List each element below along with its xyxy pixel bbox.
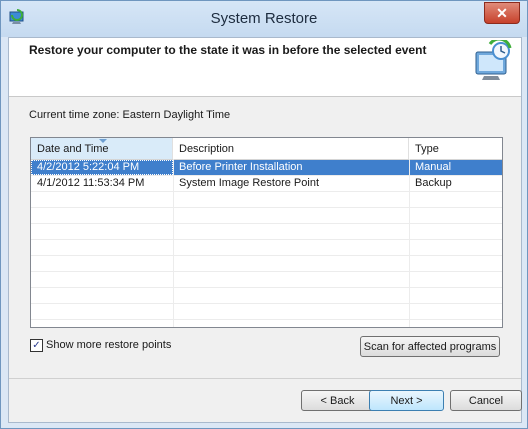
list-header: Date and Time Description Type (31, 138, 502, 160)
restore-points-list[interactable]: Date and Time Description Type 4/2/2012 … (30, 137, 503, 328)
restore-monitor-icon (475, 40, 512, 80)
grid-line (31, 239, 502, 240)
grid-line (31, 303, 502, 304)
next-button[interactable]: Next > (369, 390, 444, 411)
cell-type: Manual (415, 161, 452, 173)
grid-line (173, 159, 174, 327)
window-title: System Restore (210, 10, 318, 27)
grid-line (31, 319, 502, 320)
title-bar[interactable]: System Restore ✕ (1, 1, 527, 37)
close-button[interactable]: ✕ (484, 2, 520, 24)
column-header-type[interactable]: Type (409, 138, 502, 159)
grid-line (31, 207, 502, 208)
show-more-label[interactable]: Show more restore points (46, 339, 171, 351)
cell-date: 4/1/2012 11:53:34 PM (37, 177, 145, 189)
grid-line (31, 255, 502, 256)
table-row[interactable]: 4/2/2012 5:22:04 PM Before Printer Insta… (31, 160, 502, 175)
cell-date: 4/2/2012 5:22:04 PM (31, 160, 173, 175)
grid-line (31, 271, 502, 272)
header-band: Restore your computer to the state it wa… (9, 38, 521, 97)
grid-line (31, 175, 502, 176)
back-button[interactable]: < Back (301, 390, 374, 411)
grid-line (409, 159, 410, 327)
show-more-checkbox[interactable]: ✓ (30, 339, 43, 352)
grid-line (31, 287, 502, 288)
cell-description: Before Printer Installation (179, 161, 303, 173)
system-restore-window: System Restore ✕ Restore your computer t… (0, 0, 528, 429)
timezone-label: Current time zone: Eastern Daylight Time (29, 109, 231, 121)
cancel-button[interactable]: Cancel (450, 390, 522, 411)
instruction-text: Restore your computer to the state it wa… (29, 43, 427, 57)
column-header-description[interactable]: Description (173, 138, 409, 159)
scan-affected-programs-button[interactable]: Scan for affected programs (360, 336, 500, 357)
cell-type: Backup (415, 177, 452, 189)
cell-description: System Image Restore Point (179, 177, 320, 189)
sort-arrow-icon (99, 139, 107, 143)
wizard-content: Restore your computer to the state it wa… (8, 37, 522, 423)
table-row[interactable]: 4/1/2012 11:53:34 PM System Image Restor… (31, 176, 502, 191)
footer-divider (9, 378, 521, 379)
grid-line (31, 191, 502, 192)
grid-line (31, 223, 502, 224)
